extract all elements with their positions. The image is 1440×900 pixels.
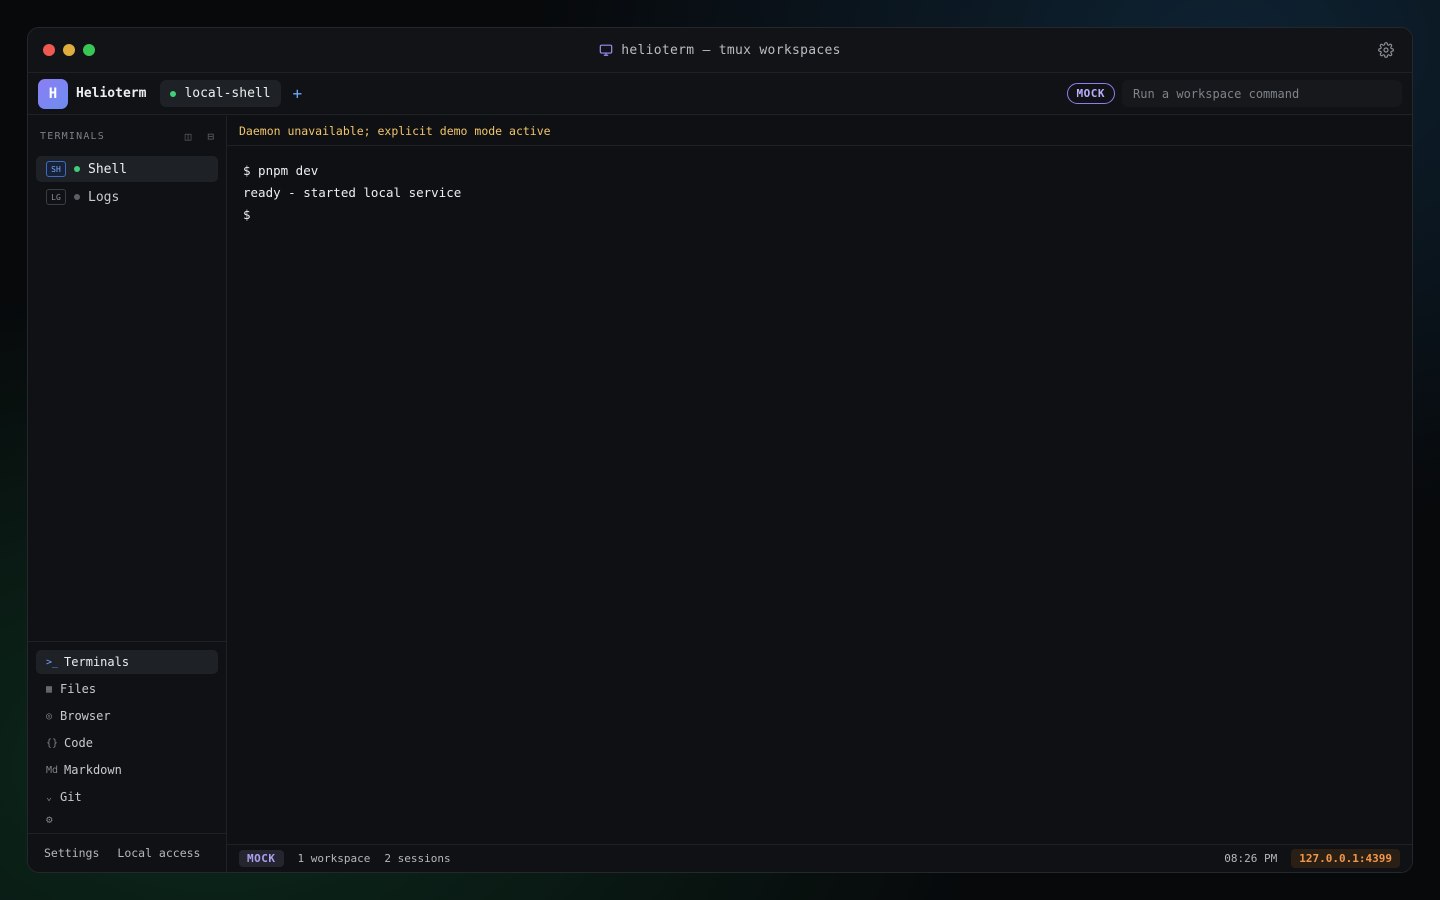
titlebar: helioterm — tmux workspaces [28, 28, 1412, 73]
workspace-tab-label: local-shell [184, 86, 271, 101]
clock: 08:26 PM [1224, 852, 1278, 865]
settings-link[interactable]: Settings [44, 846, 99, 860]
terminal-line: ready - started local service [243, 185, 462, 200]
terminal-label: Logs [88, 189, 120, 205]
close-window-button[interactable] [43, 44, 55, 56]
sidebar-section-title: TERMINALS [40, 130, 105, 142]
sidebar-header: TERMINALS ◫ ⊟ [28, 116, 226, 156]
nav-label: Git [60, 790, 82, 804]
nav-label: Files [60, 682, 97, 696]
status-mode-badge: MOCK [239, 850, 284, 867]
terminal-line: $ [243, 207, 251, 222]
add-workspace-button[interactable]: + [293, 84, 303, 103]
minimize-window-button[interactable] [63, 44, 75, 56]
git-branch-icon: ⌄ [46, 791, 53, 803]
split-pane-icon[interactable]: ◫ [185, 130, 192, 143]
window-title-text: helioterm — tmux workspaces [621, 42, 841, 58]
running-status-dot [170, 90, 177, 97]
session-count: 2 sessions [384, 852, 451, 865]
nav-label: Markdown [64, 763, 122, 777]
sidebar-nav: >_ Terminals ▦ Files ◎ Browser {} Code M… [28, 641, 226, 826]
mode-badge: MOCK [1066, 83, 1115, 104]
nav-label: Terminals [64, 655, 130, 669]
nav-item-terminals[interactable]: >_ Terminals [36, 650, 218, 674]
markdown-icon: Md [46, 764, 59, 776]
sidebar-footer: Settings Local access [28, 833, 226, 872]
monitor-icon [599, 44, 613, 56]
nav-item-code[interactable]: {} Code [36, 731, 218, 755]
gear-icon[interactable] [1378, 42, 1394, 58]
nav-item-browser[interactable]: ◎ Browser [36, 704, 218, 728]
command-input[interactable] [1122, 80, 1402, 107]
nav-item-files[interactable]: ▦ Files [36, 677, 218, 701]
terminal-item-shell[interactable]: SH Shell [36, 156, 218, 182]
app-logo: H [38, 78, 68, 109]
nav-label: Code [64, 736, 93, 750]
terminal-badge: LG [46, 189, 66, 205]
idle-status-dot [74, 194, 80, 200]
host-address: 127.0.0.1:4399 [1291, 849, 1400, 868]
nav-label: Browser [60, 709, 111, 723]
sidebar: TERMINALS ◫ ⊟ SH Shell LG Logs >_ Termin [28, 116, 227, 872]
maximize-window-button[interactable] [83, 44, 95, 56]
collapse-pane-icon[interactable]: ⊟ [207, 130, 214, 143]
app-window: helioterm — tmux workspaces H Helioterm … [27, 27, 1413, 873]
terminal-label: Shell [88, 161, 128, 177]
braces-icon: {} [46, 737, 59, 749]
terminal-pane: Daemon unavailable; explicit demo mode a… [227, 116, 1412, 872]
brand-name: Helioterm [76, 86, 147, 101]
local-access-link[interactable]: Local access [117, 846, 200, 860]
files-icon: ▦ [46, 683, 53, 695]
workspace-count: 1 workspace [297, 852, 371, 865]
nav-settings-icon[interactable]: ⚙ [46, 813, 226, 826]
status-bar: MOCK 1 workspace 2 sessions 08:26 PM 127… [227, 844, 1412, 872]
window-title: helioterm — tmux workspaces [599, 43, 840, 58]
workspace-tab-local-shell[interactable]: local-shell [160, 80, 281, 107]
workspace-bar: H Helioterm local-shell + MOCK [28, 73, 1412, 115]
terminal-item-logs[interactable]: LG Logs [36, 184, 218, 210]
nav-item-markdown[interactable]: Md Markdown [36, 758, 218, 782]
globe-icon: ◎ [46, 710, 53, 722]
terminal-output[interactable]: $ pnpm dev ready - started local service… [227, 146, 1412, 240]
nav-item-git[interactable]: ⌄ Git [36, 785, 218, 809]
daemon-warning-banner: Daemon unavailable; explicit demo mode a… [227, 116, 1412, 146]
window-controls [43, 44, 95, 56]
terminal-prompt-icon: >_ [46, 656, 59, 668]
terminal-badge: SH [46, 161, 66, 177]
terminal-line: $ pnpm dev [243, 163, 319, 178]
running-status-dot [74, 166, 80, 172]
